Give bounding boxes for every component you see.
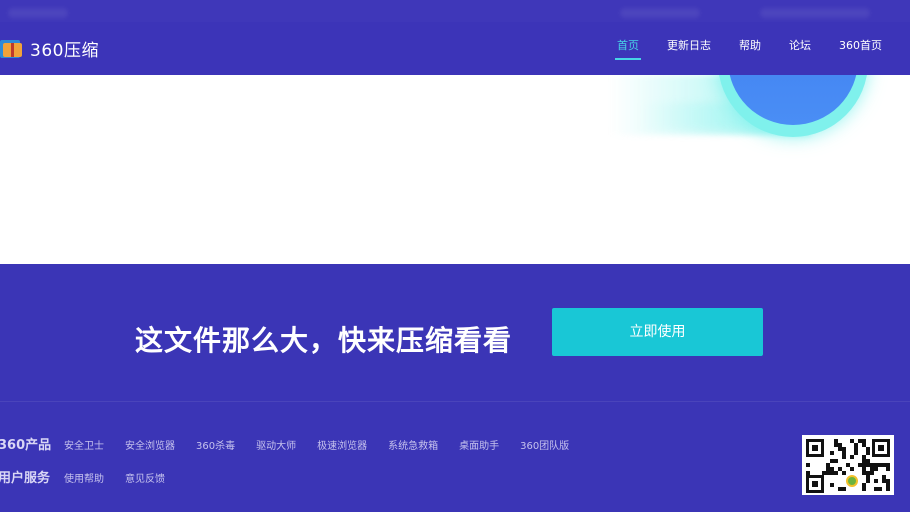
top-strip xyxy=(0,0,910,22)
qr-module xyxy=(866,479,870,483)
qr-module xyxy=(870,471,874,475)
qr-code-icon xyxy=(802,435,894,495)
qr-module xyxy=(806,463,810,467)
qr-module xyxy=(834,471,838,475)
footer-link[interactable]: 极速浏览器 xyxy=(317,437,367,452)
qr-module xyxy=(874,479,878,483)
qr-module xyxy=(886,467,890,471)
footer-link[interactable]: 安全卫士 xyxy=(64,437,104,452)
nav-item-help[interactable]: 帮助 xyxy=(725,22,775,75)
qr-finder xyxy=(806,439,824,457)
nav-item-home[interactable]: 首页 xyxy=(603,22,653,75)
footer-link[interactable]: 桌面助手 xyxy=(459,437,499,452)
qr-module xyxy=(850,467,854,471)
qr-module xyxy=(842,455,846,459)
footer-link[interactable]: 安全浏览器 xyxy=(125,437,175,452)
qr-module xyxy=(862,487,866,491)
qr-module xyxy=(854,451,858,455)
cta-headline: 这文件那么大，快来压缩看看 xyxy=(135,324,513,357)
site-header: 360压缩 首页 更新日志 帮助 论坛 360首页 xyxy=(0,22,910,75)
footer-link[interactable]: 意见反馈 xyxy=(125,470,165,485)
qr-module xyxy=(874,467,878,471)
nav-item-label: 帮助 xyxy=(739,39,761,52)
qr-module xyxy=(866,451,870,455)
qr-pattern xyxy=(806,439,890,493)
nav-item-label: 论坛 xyxy=(789,39,811,52)
use-now-button[interactable]: 立即使用 xyxy=(552,308,763,356)
qr-module xyxy=(830,451,834,455)
footer-services-title: 用户服务 xyxy=(0,471,51,486)
footer-products-title: 360产品 xyxy=(0,438,52,453)
site-logo[interactable]: 360压缩 xyxy=(0,34,99,62)
nav-item-360-home[interactable]: 360首页 xyxy=(825,22,896,75)
blurred-region xyxy=(8,8,68,18)
qr-module xyxy=(842,487,846,491)
footer-products-row: 360产品 安全卫士 安全浏览器 360杀毒 驱动大师 极速浏览器 系统急救箱 … xyxy=(0,434,590,453)
qr-finder xyxy=(872,439,890,457)
qr-module xyxy=(842,471,846,475)
logo-text: 360压缩 xyxy=(30,40,99,61)
qr-module xyxy=(850,455,854,459)
qr-logo xyxy=(846,475,858,487)
cta-section: 这文件那么大，快来压缩看看 立即使用 xyxy=(0,264,910,401)
archive-box-icon xyxy=(0,37,22,59)
qr-finder xyxy=(806,475,824,493)
footer-link[interactable]: 360团队版 xyxy=(520,437,569,452)
active-underline xyxy=(615,58,641,60)
hero-banner xyxy=(0,75,910,264)
footer-link[interactable]: 驱动大师 xyxy=(256,437,296,452)
main-nav: 首页 更新日志 帮助 论坛 360首页 xyxy=(603,22,896,75)
page: 360压缩 首页 更新日志 帮助 论坛 360首页 这文件那么大，快来压缩看看 … xyxy=(0,0,910,512)
qr-module xyxy=(886,487,890,491)
qr-module xyxy=(834,459,838,463)
footer-link[interactable]: 系统急救箱 xyxy=(388,437,438,452)
nav-item-label: 首页 xyxy=(617,39,639,52)
site-footer: 360产品 安全卫士 安全浏览器 360杀毒 驱动大师 极速浏览器 系统急救箱 … xyxy=(0,402,910,512)
blurred-region xyxy=(620,8,700,18)
nav-item-label: 360首页 xyxy=(839,39,882,52)
nav-item-label: 更新日志 xyxy=(667,39,711,52)
qr-module xyxy=(830,483,834,487)
blurred-region xyxy=(760,8,870,18)
qr-module xyxy=(878,487,882,491)
footer-link[interactable]: 使用帮助 xyxy=(64,470,104,485)
footer-services-row: 用户服务 使用帮助 意见反馈 xyxy=(0,467,186,486)
qr-module xyxy=(806,471,810,475)
nav-item-forum[interactable]: 论坛 xyxy=(775,22,825,75)
nav-item-changelog[interactable]: 更新日志 xyxy=(653,22,725,75)
footer-link[interactable]: 360杀毒 xyxy=(196,437,235,452)
